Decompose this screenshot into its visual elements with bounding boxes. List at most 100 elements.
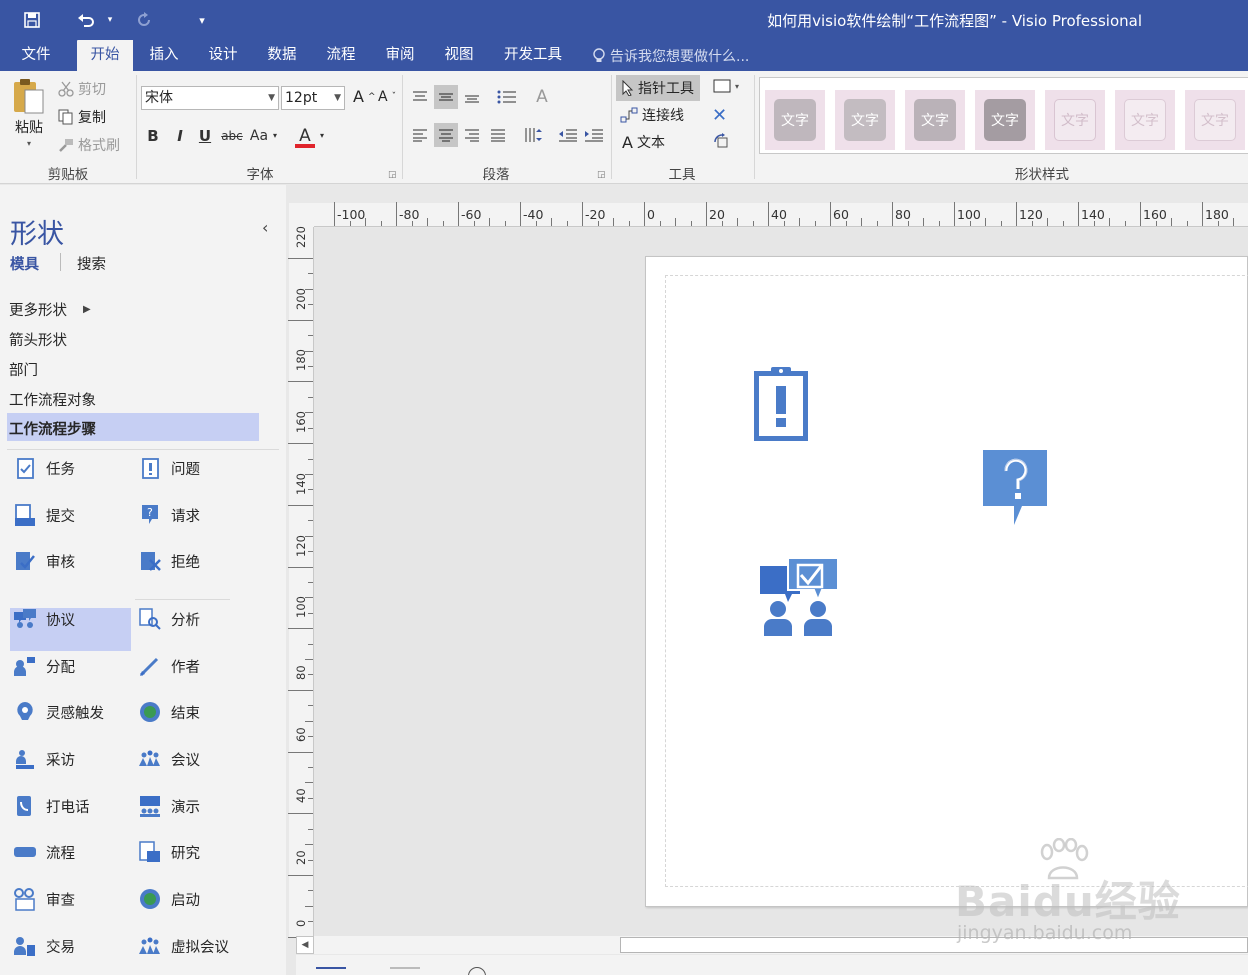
save-icon[interactable]	[18, 8, 46, 32]
shape-item-end[interactable]: 结束	[137, 699, 200, 725]
style-swatch-5[interactable]: 文字	[1045, 90, 1105, 150]
bullets-icon[interactable]	[495, 85, 519, 109]
copy-button[interactable]: 复制	[58, 107, 106, 127]
style-swatch-2[interactable]: 文字	[835, 90, 895, 150]
shape-item-start[interactable]: 启动	[137, 886, 200, 912]
customize-qat-icon[interactable]: ▾	[188, 8, 216, 32]
shape-item-transaction[interactable]: 交易	[12, 933, 75, 959]
pointer-tool-button[interactable]: 指针工具	[616, 75, 700, 101]
stencil-arrow-shapes[interactable]: 箭头形状	[9, 329, 67, 350]
underline-button[interactable]: U	[194, 124, 216, 148]
italic-button[interactable]: I	[169, 124, 191, 148]
shrink-font-button[interactable]: Aˇ	[378, 89, 396, 105]
tab-search[interactable]: 搜索	[77, 253, 106, 274]
style-swatch-3[interactable]: 文字	[905, 90, 965, 150]
line-spacing-icon[interactable]	[522, 123, 546, 147]
cut-button[interactable]: 剪切	[58, 79, 106, 99]
add-page-icon[interactable]	[468, 967, 486, 975]
align-top-icon[interactable]	[408, 85, 432, 109]
shape-item-submit[interactable]: 提交	[12, 502, 75, 528]
active-page-tab-indicator[interactable]	[316, 967, 346, 969]
justify-icon[interactable]	[486, 123, 510, 147]
style-swatch-4[interactable]: 文字	[975, 90, 1035, 150]
stencil-workflow-objects[interactable]: 工作流程对象	[9, 389, 96, 410]
stencil-departments[interactable]: 部门	[9, 359, 38, 380]
align-center-icon[interactable]	[434, 123, 458, 147]
tab-insert[interactable]: 插入	[138, 40, 190, 71]
shape-item-reject[interactable]: 拒绝	[137, 548, 200, 574]
request-shape[interactable]	[982, 449, 1048, 531]
shape-item-interview[interactable]: 采访	[12, 746, 75, 772]
font-color-button[interactable]: A	[294, 124, 316, 148]
tab-developer[interactable]: 开发工具	[497, 40, 569, 71]
page-tab-indicator[interactable]	[390, 967, 420, 969]
close-icon[interactable]: ✕	[712, 105, 727, 126]
dialog-launcher-icon[interactable]: ◲	[597, 170, 606, 180]
shape-item-process[interactable]: 流程	[12, 839, 75, 865]
style-swatch-1[interactable]: 文字	[765, 90, 825, 150]
rotate-shape-icon[interactable]	[712, 132, 732, 152]
paste-dropdown-icon[interactable]: ▾	[27, 139, 31, 148]
text-tool-button[interactable]: A 文本	[622, 132, 665, 152]
shape-item-task[interactable]: 任务	[12, 455, 75, 481]
text-direction-icon[interactable]: A	[530, 85, 554, 109]
shape-item-virtual-meeting[interactable]: 虚拟会议	[137, 933, 229, 959]
shape-item-phone-call[interactable]: 打电话	[12, 793, 90, 819]
drawing-page[interactable]	[645, 256, 1248, 907]
decrease-indent-icon[interactable]	[556, 123, 580, 147]
font-family-select[interactable]: 宋体 ▼	[141, 86, 279, 110]
align-right-icon[interactable]	[460, 123, 484, 147]
shape-item-issue[interactable]: 问题	[137, 455, 200, 481]
increase-indent-icon[interactable]	[582, 123, 606, 147]
shape-item-review[interactable]: 审核	[12, 548, 75, 574]
grow-font-button[interactable]: A ^	[353, 87, 376, 106]
tab-file[interactable]: 文件	[10, 40, 62, 71]
shape-item-agreement[interactable]: 协议	[12, 606, 75, 632]
change-case-button[interactable]: Aa	[248, 124, 270, 148]
tab-home[interactable]: 开始	[77, 40, 133, 71]
collapse-panel-icon[interactable]: ‹	[262, 218, 268, 237]
shape-item-meeting[interactable]: 会议	[137, 746, 200, 772]
shape-item-author[interactable]: 作者	[137, 653, 200, 679]
shape-item-research[interactable]: 研究	[137, 839, 200, 865]
shape-item-inspect[interactable]: 审查	[12, 886, 75, 912]
tab-process[interactable]: 流程	[315, 40, 367, 71]
paste-button[interactable]: 粘贴 ▾	[12, 77, 46, 148]
tab-design[interactable]: 设计	[197, 40, 249, 71]
strikethrough-button[interactable]: abc	[219, 124, 245, 148]
align-middle-icon[interactable]	[434, 85, 458, 109]
redo-icon[interactable]	[130, 8, 158, 32]
horizontal-ruler[interactable]: -100 -80 -60 -40 -20 0 20 40 60 80 100 120 140 160 180	[314, 202, 1248, 227]
chevron-down-icon[interactable]: ▾	[270, 124, 280, 148]
shape-item-assign[interactable]: 分配	[12, 653, 75, 679]
tab-stencils[interactable]: 模具	[10, 253, 39, 274]
style-swatch-6[interactable]: 文字	[1115, 90, 1175, 150]
chevron-down-icon[interactable]: ▾	[316, 124, 328, 148]
align-left-icon[interactable]	[408, 123, 432, 147]
style-swatch-7[interactable]: 文字	[1185, 90, 1245, 150]
undo-dropdown-icon[interactable]: ▾	[96, 8, 124, 32]
tell-me-box[interactable]: 告诉我您想要做什么...	[592, 46, 749, 66]
stencil-more-shapes[interactable]: 更多形状 ▶	[9, 299, 91, 320]
align-bottom-icon[interactable]	[460, 85, 484, 109]
connector-button[interactable]: 连接线	[620, 105, 684, 125]
shape-styles-group-label: 形状样式	[1015, 167, 1069, 183]
dialog-launcher-icon[interactable]: ◲	[388, 170, 397, 180]
shape-style-gallery[interactable]: 文字 文字 文字 文字 文字 文字 文字	[759, 77, 1248, 154]
tab-review[interactable]: 审阅	[374, 40, 426, 71]
agreement-shape[interactable]	[758, 556, 842, 642]
stencil-workflow-steps[interactable]: 工作流程步骤	[9, 418, 96, 439]
format-painter-button[interactable]: 格式刷	[58, 135, 120, 155]
shape-item-request[interactable]: ? 请求	[137, 502, 200, 528]
tab-view[interactable]: 视图	[433, 40, 485, 71]
bold-button[interactable]: B	[142, 124, 164, 148]
font-size-select[interactable]: 12pt ▼	[281, 86, 345, 110]
issue-shape[interactable]	[752, 364, 810, 446]
shape-item-analysis[interactable]: 分析	[137, 606, 200, 632]
shape-item-brainstorm[interactable]: 灵感触发	[12, 699, 104, 725]
shape-item-presentation[interactable]: 演示	[137, 793, 200, 819]
rectangle-tool-button[interactable]: ▾	[713, 79, 739, 93]
tab-data[interactable]: 数据	[256, 40, 308, 71]
vertical-ruler[interactable]: 220 200 180 160 140 120 100 80 60 40 20 0	[288, 226, 314, 938]
scroll-left-icon[interactable]: ◀	[296, 936, 314, 954]
